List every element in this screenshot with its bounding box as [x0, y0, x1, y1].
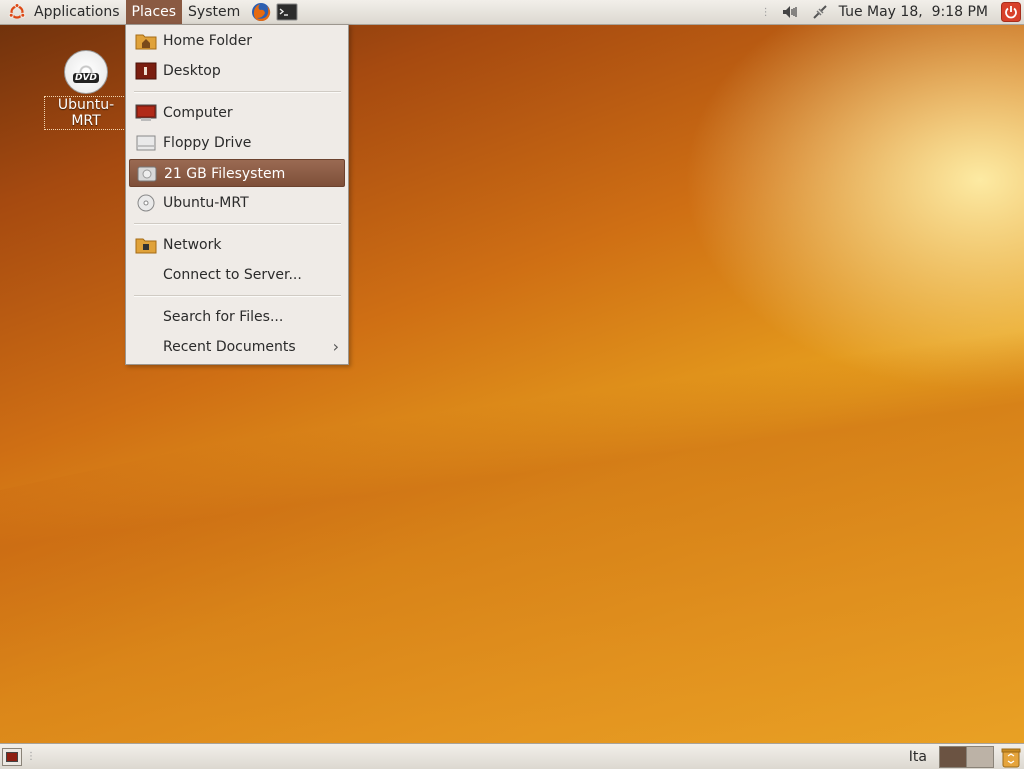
bottom-panel: ⋮ Ita	[0, 743, 1024, 769]
menu-item-label: Search for Files...	[163, 309, 284, 325]
menu-item-label: Floppy Drive	[163, 135, 252, 151]
panel-handle-icon: ⋮	[760, 6, 771, 18]
panel-handle-icon: ⋮	[26, 751, 36, 762]
menu-item-recent-documents[interactable]: Recent Documents ›	[129, 333, 345, 361]
menu-separator	[134, 223, 341, 225]
desktop-dvd-icon[interactable]: DVD Ubuntu-MRT	[44, 50, 128, 130]
desktop-icon-label: Ubuntu-MRT	[44, 96, 128, 130]
clock[interactable]: Tue May 18, 9:18 PM	[831, 4, 996, 20]
menu-item-network[interactable]: Network	[129, 231, 345, 259]
home-folder-icon	[135, 32, 157, 50]
chevron-right-icon: ›	[332, 337, 339, 356]
dvd-badge: DVD	[73, 73, 99, 83]
shutdown-icon[interactable]	[1000, 1, 1022, 23]
menu-item-label: Network	[163, 237, 222, 253]
menu-item-label: Computer	[163, 105, 233, 121]
harddisk-icon	[136, 165, 158, 183]
places-dropdown: Home Folder Desktop Computer Floppy Driv…	[125, 24, 349, 365]
menu-item-label: Desktop	[163, 63, 221, 79]
cdrom-icon	[135, 194, 157, 212]
trash-icon[interactable]	[1000, 746, 1022, 768]
menu-item-floppy-drive[interactable]: Floppy Drive	[129, 129, 345, 157]
desktop-folder-icon	[135, 62, 157, 80]
menu-item-desktop[interactable]: Desktop	[129, 57, 345, 85]
places-menu[interactable]: Places	[125, 0, 183, 24]
network-status-icon[interactable]	[809, 1, 831, 23]
menu-item-label: Home Folder	[163, 33, 253, 49]
menu-item-search-for-files[interactable]: Search for Files...	[129, 303, 345, 331]
menu-item-label: Ubuntu-MRT	[163, 195, 249, 211]
menu-separator	[134, 91, 341, 93]
menu-item-home-folder[interactable]: Home Folder	[129, 27, 345, 55]
network-folder-icon	[135, 236, 157, 254]
menu-separator	[134, 295, 341, 297]
menu-item-label: Recent Documents	[163, 339, 296, 355]
menu-item-21gb-filesystem[interactable]: 21 GB Filesystem	[129, 159, 345, 187]
menu-item-connect-to-server[interactable]: Connect to Server...	[129, 261, 345, 289]
menu-item-label: Connect to Server...	[163, 267, 302, 283]
panel-right-area: ⋮ Tue May 18, 9:18 PM	[761, 0, 1024, 24]
applications-menu[interactable]: Applications	[28, 0, 126, 24]
show-desktop-button[interactable]	[2, 747, 22, 766]
workspace-2[interactable]	[967, 745, 994, 768]
dvd-disc-icon: DVD	[64, 50, 108, 94]
menu-item-ubuntu-mrt[interactable]: Ubuntu-MRT	[129, 189, 345, 217]
show-desktop-icon	[6, 751, 18, 762]
top-panel: Applications Places System ⋮ Tue May 18,…	[0, 0, 1024, 25]
system-menu[interactable]: System	[182, 0, 246, 24]
menu-item-label: 21 GB Filesystem	[164, 166, 286, 182]
computer-icon	[135, 104, 157, 122]
floppy-drive-icon	[135, 134, 157, 152]
ubuntu-logo-icon	[8, 3, 26, 21]
terminal-launcher-icon[interactable]	[276, 1, 298, 23]
menu-item-computer[interactable]: Computer	[129, 99, 345, 127]
keyboard-layout-indicator[interactable]: Ita	[909, 749, 939, 765]
workspace-1[interactable]	[939, 745, 967, 768]
firefox-launcher-icon[interactable]	[250, 1, 272, 23]
volume-icon[interactable]	[779, 1, 801, 23]
